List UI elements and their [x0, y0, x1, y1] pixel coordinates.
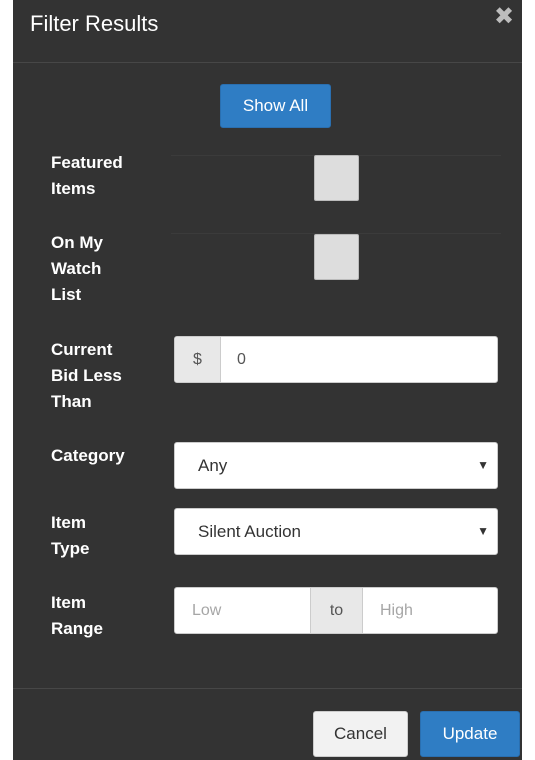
modal-title: Filter Results: [30, 11, 159, 36]
item-range-input-group: Low to High: [174, 587, 498, 634]
dollar-prefix: $: [175, 337, 221, 382]
chevron-down-icon: ▼: [477, 458, 489, 472]
item-range-label: Item Range: [51, 593, 103, 638]
range-high-input[interactable]: High: [380, 588, 413, 633]
close-icon[interactable]: ✖: [492, 4, 516, 30]
item-type-select[interactable]: Silent Auction ▼: [174, 508, 498, 555]
range-to-separator: to: [310, 588, 363, 633]
item-type-selected-value: Silent Auction: [198, 522, 302, 541]
current-bid-input[interactable]: 0: [237, 337, 246, 382]
cancel-button[interactable]: Cancel: [313, 711, 408, 757]
update-button[interactable]: Update: [420, 711, 520, 757]
chevron-down-icon: ▼: [477, 524, 489, 538]
featured-items-label: Featured Items: [51, 153, 123, 198]
category-select[interactable]: Any ▼: [174, 442, 498, 489]
show-all-button[interactable]: Show All: [220, 84, 331, 128]
footer-divider: [13, 688, 522, 689]
current-bid-input-group: $ 0: [174, 336, 498, 383]
range-low-input[interactable]: Low: [192, 588, 221, 633]
filter-results-modal: Filter Results ✖ Show All Featured Items…: [13, 0, 522, 760]
watch-list-label: On My Watch List: [51, 233, 103, 304]
category-label: Category: [51, 446, 125, 465]
watch-list-checkbox[interactable]: [314, 234, 359, 280]
category-selected-value: Any: [198, 456, 228, 475]
featured-items-checkbox[interactable]: [314, 155, 359, 201]
current-bid-label: Current Bid Less Than: [51, 340, 122, 411]
modal-header: Filter Results ✖: [13, 0, 522, 63]
item-type-label: Item Type: [51, 513, 90, 558]
